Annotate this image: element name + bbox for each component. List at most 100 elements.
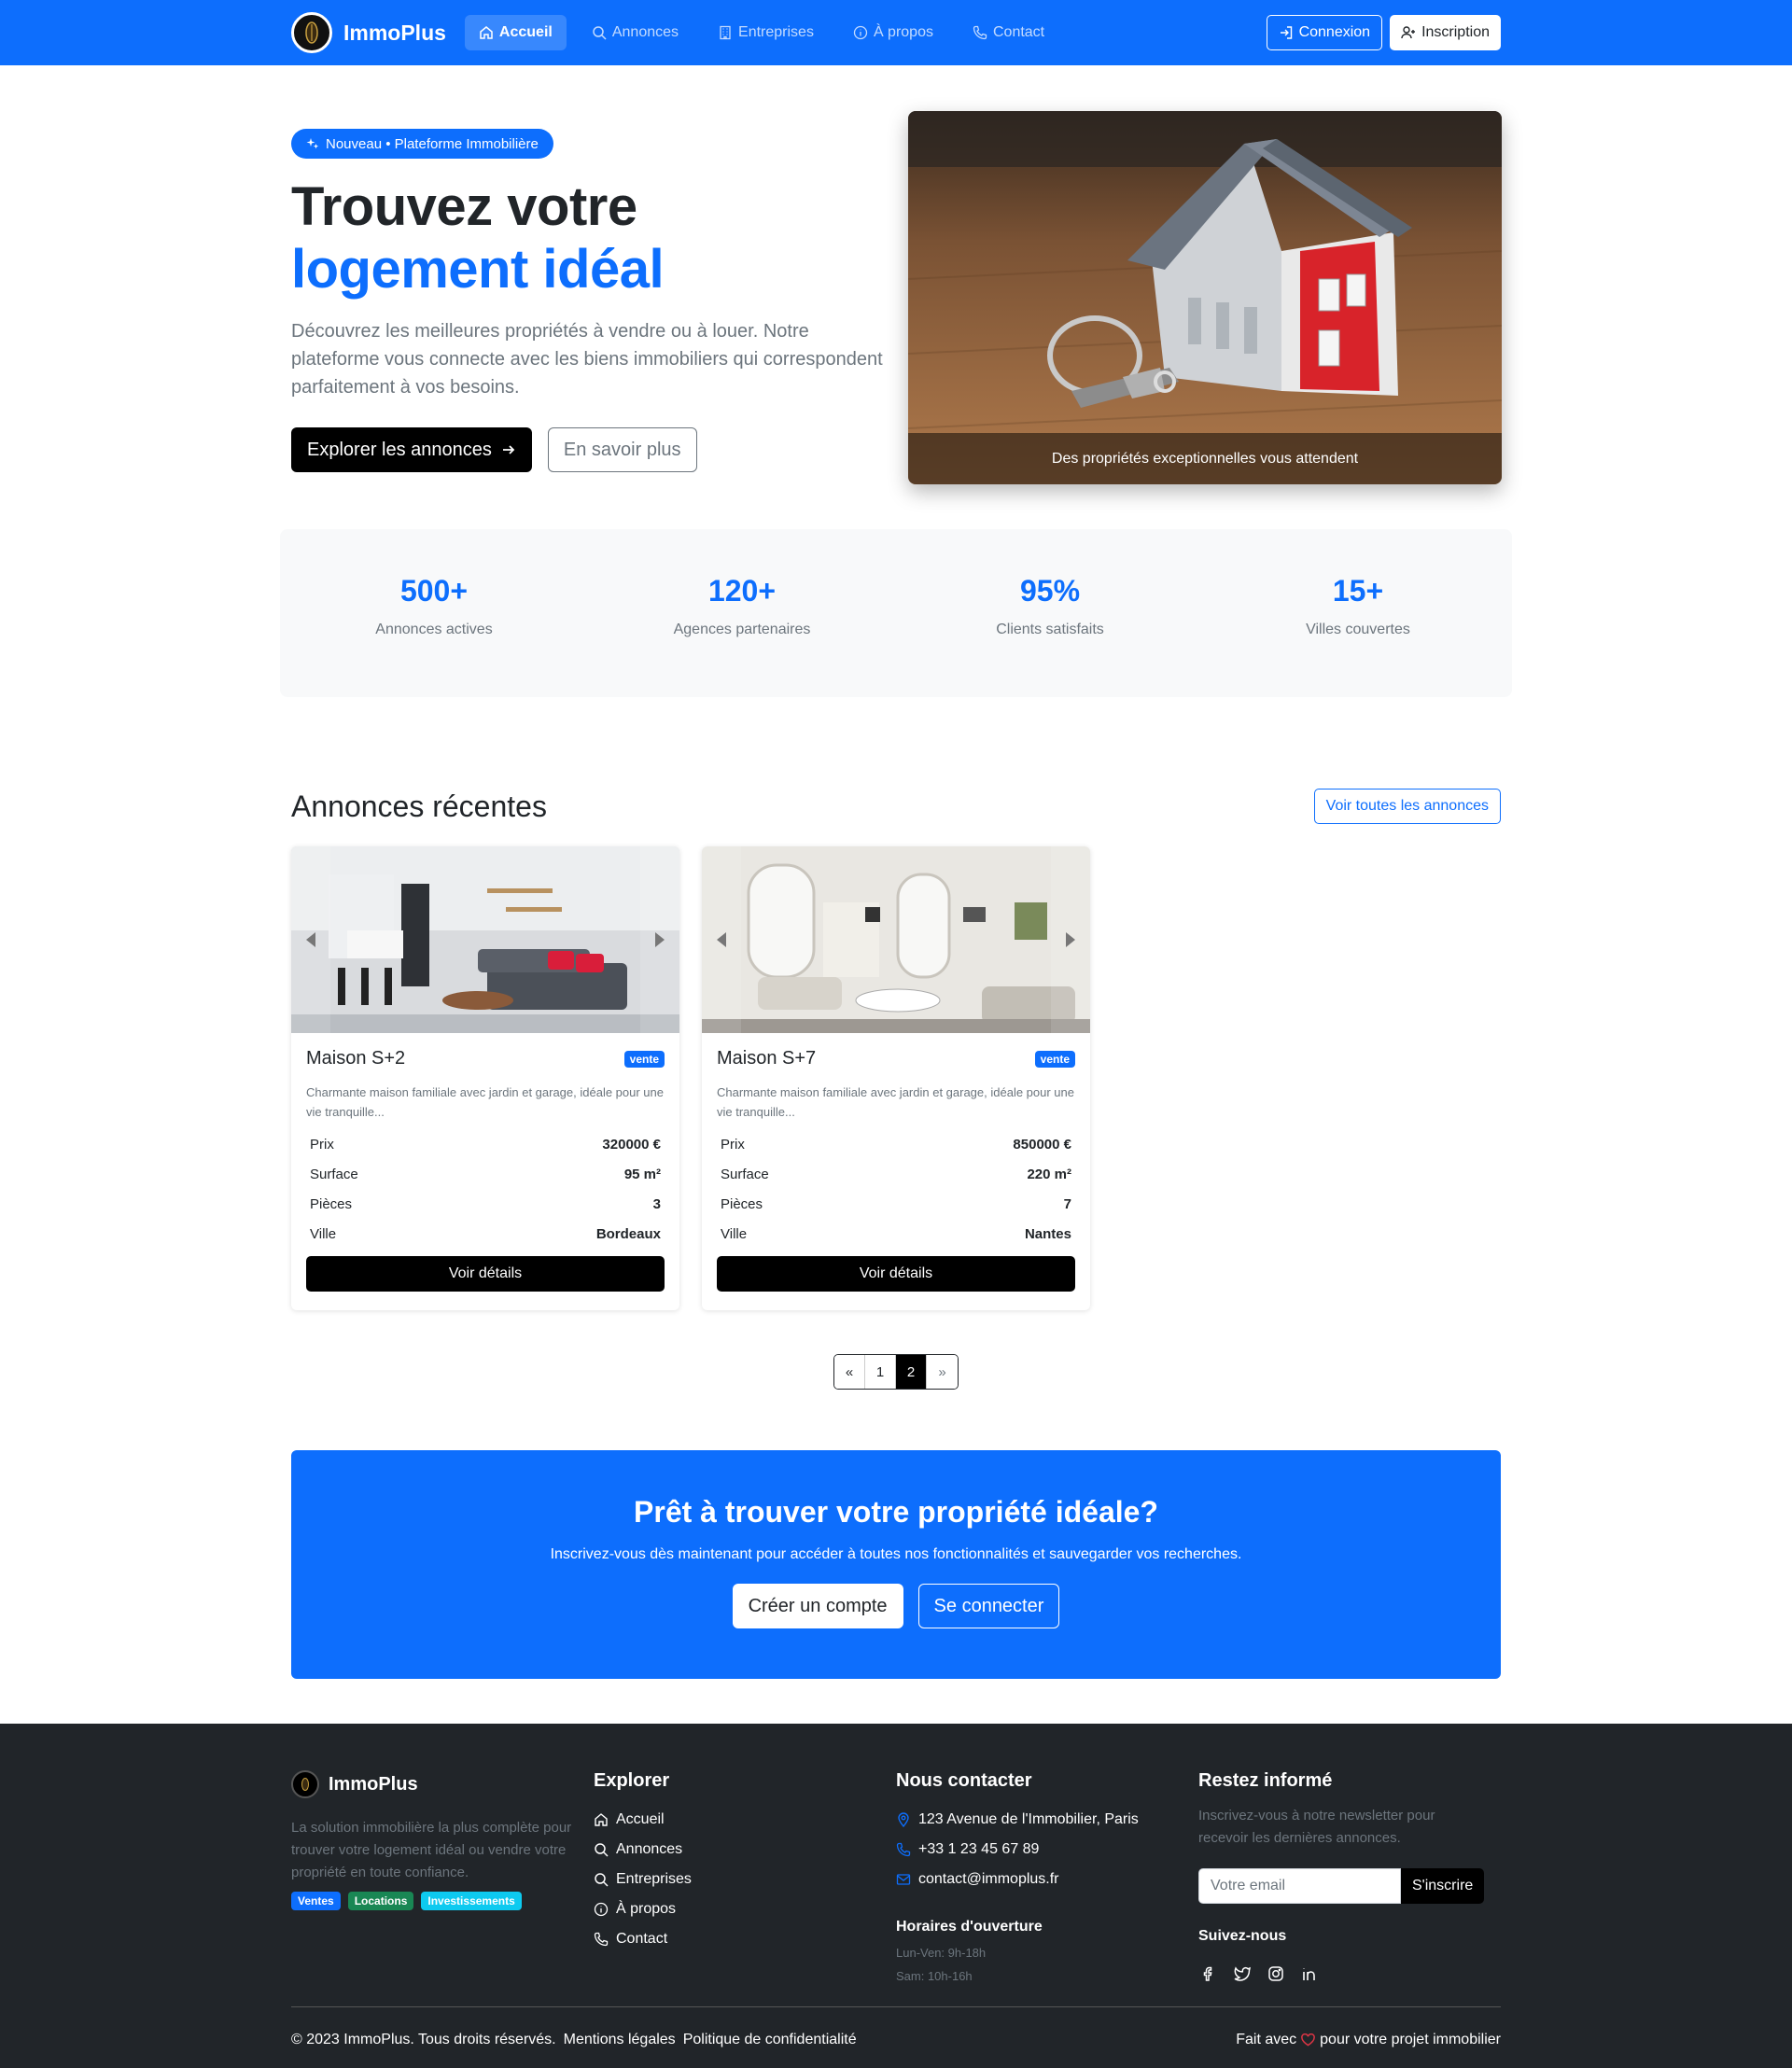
hero-title-highlight: logement idéal bbox=[291, 239, 665, 300]
nav-home[interactable]: Accueil bbox=[464, 15, 567, 50]
newsletter-subscribe-button[interactable]: S'inscrire bbox=[1401, 1868, 1485, 1904]
row-key: Ville bbox=[310, 1225, 337, 1242]
pagination-page-2[interactable]: 2 bbox=[896, 1355, 927, 1389]
carousel-next-button[interactable] bbox=[1051, 846, 1090, 1033]
row-key: Pièces bbox=[310, 1195, 353, 1212]
learn-more-button[interactable]: En savoir plus bbox=[547, 427, 697, 472]
phone-icon bbox=[896, 1842, 911, 1857]
stat-label: Villes couvertes bbox=[1306, 622, 1410, 637]
carousel-prev-button[interactable] bbox=[702, 846, 741, 1033]
footer-explore: Explorer Accueil Annonces Entreprises À … bbox=[594, 1770, 896, 1988]
recent-title: Annonces récentes bbox=[291, 789, 547, 823]
cta-title: Prêt à trouver votre propriété idéale? bbox=[634, 1495, 1158, 1529]
footer-link-about[interactable]: À propos bbox=[594, 1894, 896, 1924]
instagram-icon[interactable] bbox=[1266, 1963, 1286, 1984]
twitter-icon[interactable] bbox=[1232, 1963, 1253, 1984]
view-details-button[interactable]: Voir détails bbox=[717, 1256, 1075, 1292]
nav-home-label: Accueil bbox=[498, 24, 553, 40]
search-icon bbox=[594, 1872, 609, 1887]
footer-follow-title: Suivez-nous bbox=[1198, 1928, 1287, 1944]
footer-email-text: contact@immoplus.fr bbox=[918, 1871, 1059, 1887]
listing-surface-row: Surface 95 m² bbox=[306, 1159, 665, 1189]
row-value: 7 bbox=[1063, 1195, 1071, 1212]
carousel-next-button[interactable] bbox=[640, 846, 679, 1033]
info-icon bbox=[594, 1902, 609, 1917]
view-details-button[interactable]: Voir détails bbox=[306, 1256, 665, 1292]
row-key: Prix bbox=[310, 1136, 334, 1153]
cta-login-button[interactable]: Se connecter bbox=[917, 1584, 1060, 1628]
row-value: 850000 € bbox=[1013, 1136, 1071, 1153]
footer-phone-text: +33 1 23 45 67 89 bbox=[918, 1841, 1040, 1857]
carousel-prev-button[interactable] bbox=[291, 846, 330, 1033]
explore-listings-label: Explorer les annonces bbox=[307, 439, 492, 460]
made-for-text: pour votre projet immobilier bbox=[1320, 2032, 1501, 2047]
nav-listings[interactable]: Annonces bbox=[578, 15, 693, 50]
footer-link-label: Contact bbox=[616, 1931, 668, 1947]
made-with-love: Fait avec pour votre projet immobilier bbox=[1236, 2032, 1501, 2048]
row-value: Bordeaux bbox=[595, 1225, 661, 1242]
hero-badge-label: Nouveau • Plateforme Immobilière bbox=[326, 135, 539, 152]
facebook-icon[interactable] bbox=[1198, 1963, 1219, 1984]
view-all-listings-button[interactable]: Voir toutes les annonces bbox=[1313, 789, 1501, 824]
hero-image-caption: Des propriétés exceptionnelles vous atte… bbox=[908, 433, 1502, 484]
chevron-left-icon bbox=[304, 931, 317, 948]
chevron-right-icon bbox=[1064, 931, 1077, 948]
map-pin-icon bbox=[896, 1812, 911, 1827]
row-key: Surface bbox=[310, 1166, 358, 1182]
listing-city-row: Ville Bordeaux bbox=[306, 1219, 665, 1249]
listing-card: Maison S+2 vente Charmante maison familia… bbox=[291, 846, 679, 1310]
row-key: Pièces bbox=[721, 1195, 763, 1212]
create-account-button[interactable]: Créer un compte bbox=[732, 1584, 903, 1628]
footer-contact-title: Nous contacter bbox=[896, 1770, 1032, 1791]
login-button[interactable]: Connexion bbox=[1266, 15, 1383, 50]
nav-listings-label: Annonces bbox=[611, 24, 679, 40]
nav-about[interactable]: À propos bbox=[839, 15, 947, 50]
hero-image: Des propriétés exceptionnelles vous atte… bbox=[908, 111, 1502, 484]
listing-price-row: Prix 320000 € bbox=[306, 1129, 665, 1159]
phone-icon bbox=[594, 1932, 609, 1947]
row-value: Nantes bbox=[1024, 1225, 1071, 1242]
signup-button[interactable]: Inscription bbox=[1390, 15, 1501, 50]
row-value: 320000 € bbox=[602, 1136, 661, 1153]
login-label: Connexion bbox=[1298, 24, 1371, 40]
row-key: Surface bbox=[721, 1166, 769, 1182]
stat-number: 15+ bbox=[1332, 574, 1384, 608]
footer-brand-name: ImmoPlus bbox=[329, 1773, 418, 1795]
footer-link-contact[interactable]: Contact bbox=[594, 1924, 896, 1954]
pagination-prev[interactable]: « bbox=[834, 1355, 865, 1389]
privacy-link[interactable]: Politique de confidentialité bbox=[683, 2032, 857, 2048]
navbar: ImmoPlus Accueil Annonces Entreprises À … bbox=[0, 0, 1792, 65]
footer-explore-title: Explorer bbox=[594, 1770, 670, 1791]
recent-header: Annonces récentes Voir toutes les annonc… bbox=[291, 789, 1501, 824]
footer-link-listings[interactable]: Annonces bbox=[594, 1835, 896, 1865]
search-icon bbox=[592, 25, 607, 40]
brand-logo bbox=[291, 12, 332, 53]
footer-phone[interactable]: +33 1 23 45 67 89 bbox=[896, 1835, 1198, 1865]
listing-cards: Maison S+2 vente Charmante maison familia… bbox=[291, 846, 1090, 1310]
row-value: 95 m² bbox=[623, 1166, 661, 1182]
linkedin-icon[interactable] bbox=[1299, 1963, 1320, 1984]
hero-title: Trouvez votre logement idéal bbox=[291, 175, 889, 300]
listing-rooms-row: Pièces 7 bbox=[717, 1189, 1075, 1219]
chevron-left-icon bbox=[715, 931, 728, 948]
pagination: « 1 2 » bbox=[833, 1354, 959, 1390]
tag-investments: Investissements bbox=[421, 1892, 522, 1910]
legal-link[interactable]: Mentions légales bbox=[564, 2032, 676, 2048]
envelope-icon bbox=[896, 1872, 911, 1887]
signup-label: Inscription bbox=[1421, 24, 1490, 40]
tag-rentals: Locations bbox=[347, 1892, 414, 1910]
footer-email[interactable]: contact@immoplus.fr bbox=[896, 1865, 1198, 1894]
stat-label: Clients satisfaits bbox=[996, 622, 1104, 637]
footer-link-home[interactable]: Accueil bbox=[594, 1805, 896, 1835]
living-room-photo bbox=[291, 846, 679, 1033]
stat-number: 500+ bbox=[399, 574, 469, 608]
pagination-page-1[interactable]: 1 bbox=[865, 1355, 896, 1389]
explore-listings-button[interactable]: Explorer les annonces bbox=[291, 427, 532, 472]
footer-brand[interactable]: ImmoPlus bbox=[291, 1770, 594, 1798]
info-icon bbox=[853, 25, 868, 40]
nav-contact[interactable]: Contact bbox=[959, 15, 1058, 50]
brand[interactable]: ImmoPlus bbox=[291, 12, 446, 53]
newsletter-email-input[interactable] bbox=[1198, 1868, 1401, 1904]
footer-link-companies[interactable]: Entreprises bbox=[594, 1865, 896, 1894]
nav-companies[interactable]: Entreprises bbox=[704, 15, 828, 50]
